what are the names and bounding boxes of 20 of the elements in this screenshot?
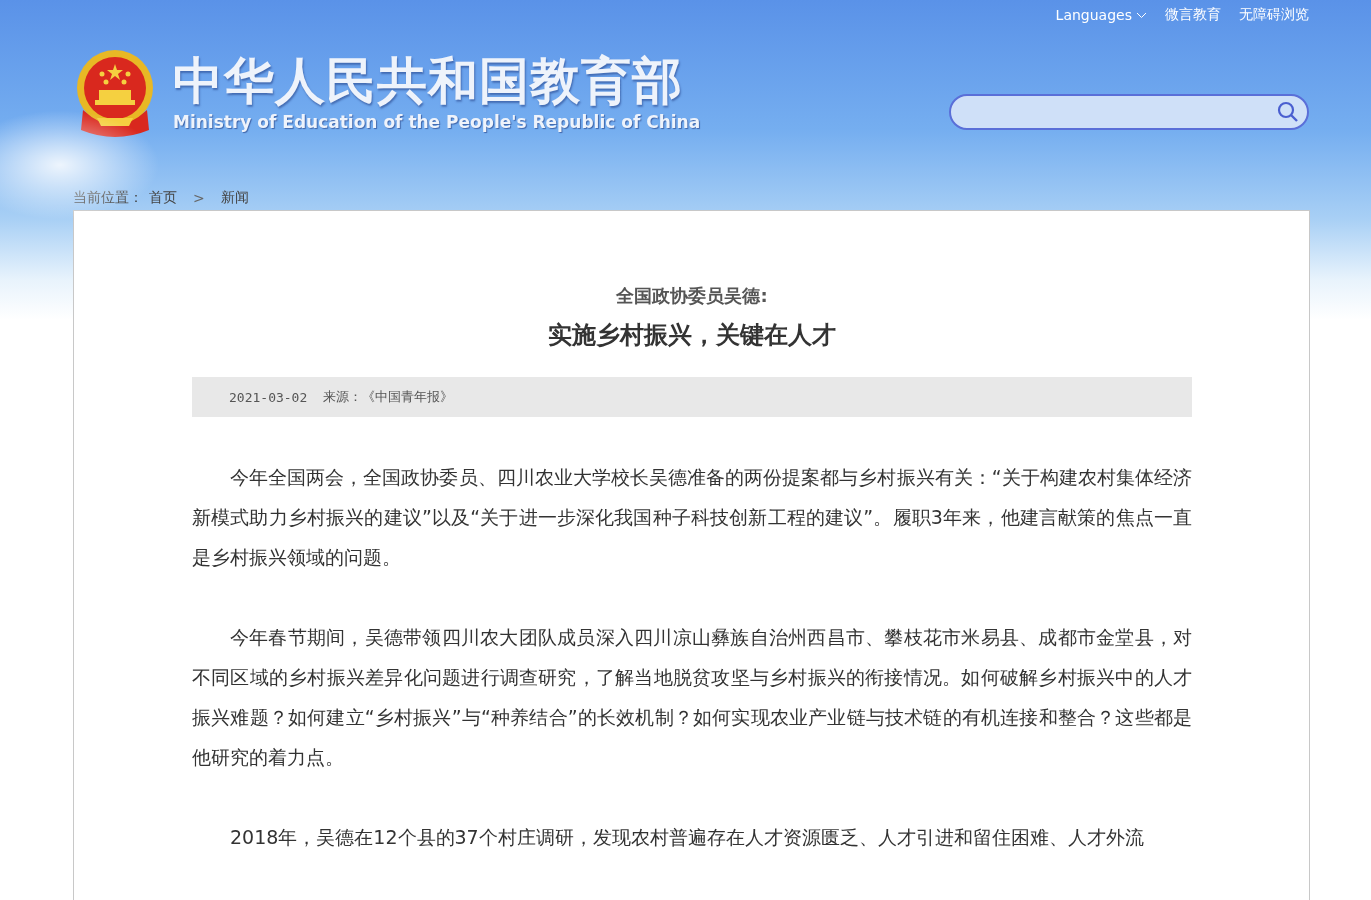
- article-paragraph: 今年全国两会，全国政协委员、四川农业大学校长吴德准备的两份提案都与乡村振兴有关：“关于构建农村集体经济新模式助力乡村振兴的建议”以及“关于进一步深化我国种子科技创新工程的建议”。履职3年来，他建言献策的焦点一直是乡村振兴领域的问题。: [192, 465, 1192, 570]
- header-link[interactable]: 微言教育: [1165, 4, 1221, 26]
- publish-date: 2021-03-02: [229, 389, 308, 405]
- search-field[interactable]: [949, 94, 1309, 130]
- article-paragraph: 2018年，吴德在12个县的37个村庄调研，发现农村普遍存在人才资源匮乏、人才引进和留住困难、人才外流: [229, 825, 1145, 850]
- languages-dropdown[interactable]: Languages: [1055, 4, 1147, 26]
- article-title: 实施乡村振兴，关键在人才: [547, 320, 837, 351]
- breadcrumb-separator: >: [193, 190, 205, 206]
- search-icon[interactable]: [1277, 101, 1299, 123]
- article-source: 来源：《中国青年报》: [323, 388, 454, 406]
- article-subtitle: 全国政协委员吴德:: [615, 284, 769, 308]
- breadcrumb-label: 当前位置：: [73, 189, 143, 207]
- breadcrumb-link[interactable]: 首页: [149, 189, 177, 207]
- logo-subtitle: Ministry of Education of the People's Republic of China: [173, 112, 701, 132]
- breadcrumb-link[interactable]: 新闻: [220, 189, 249, 207]
- emblem-icon: [75, 50, 155, 138]
- chevron-down-icon: [1136, 11, 1147, 19]
- header-link[interactable]: 无障碍浏览: [1239, 4, 1309, 26]
- article-paragraph: 今年春节期间，吴德带领四川农大团队成员深入四川凉山彝族自治州西昌市、攀枝花市米易县、成都市金堂县，对不同区域的乡村振兴差异化问题进行调查研究，了解当地脱贫攻坚与乡村振兴的衔接情况。如何破解乡村振兴中的人才振兴难题？如何建立“乡村振兴”与“种养结合”的长效机制？如何实现农业产业链与技术链的有机连接和整合？这些都是他研究的着力点。: [192, 625, 1192, 770]
- logo-title: 中华人民共和国教育部: [173, 52, 684, 110]
